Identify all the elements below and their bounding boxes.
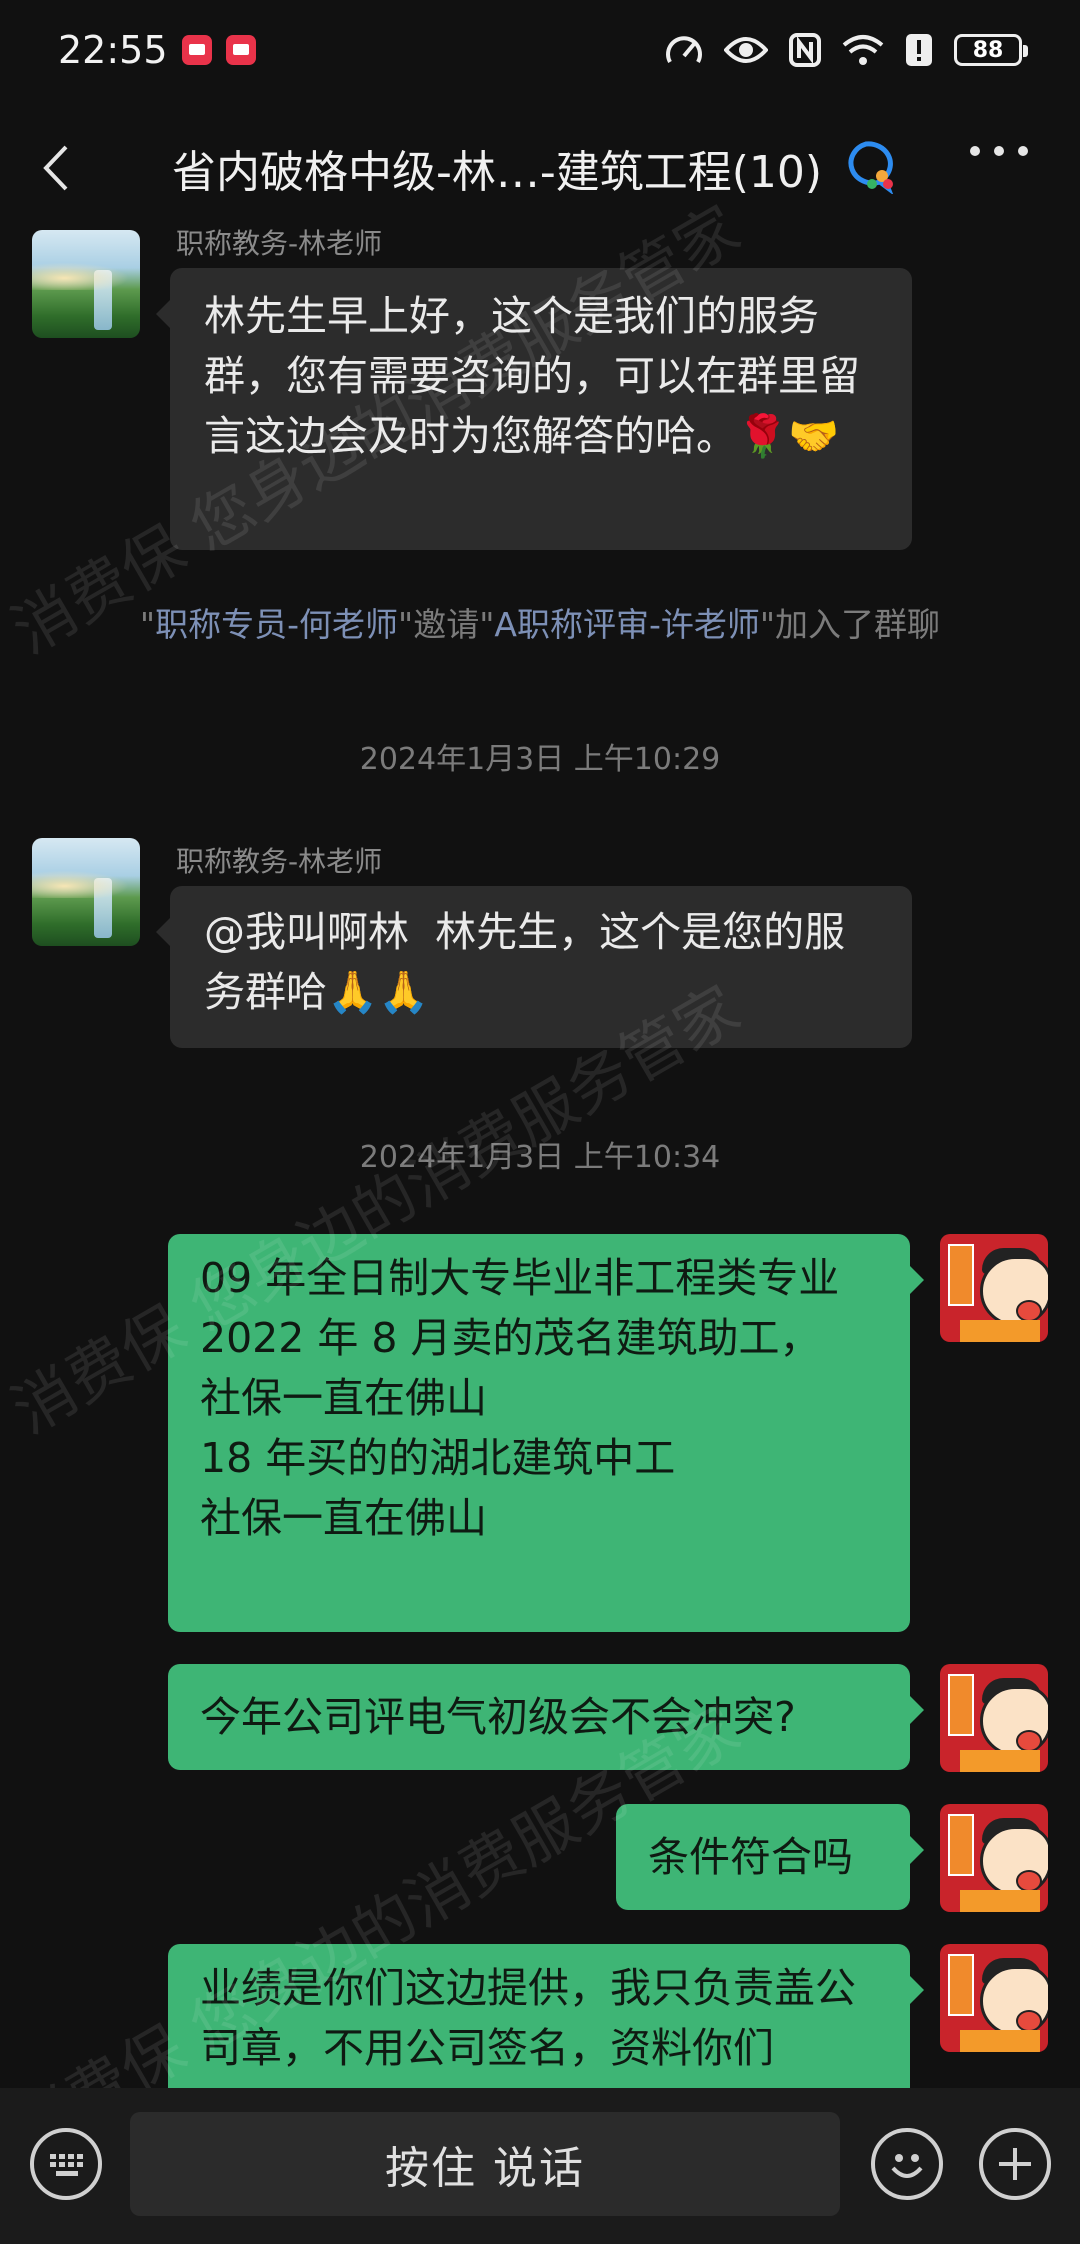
avatar[interactable] <box>32 838 140 946</box>
chat-header: 省内破格中级-林…-建筑工程(10) <box>0 118 1080 218</box>
hold-to-talk-button[interactable]: 按住 说话 <box>130 2112 840 2216</box>
notification-icon <box>225 35 256 65</box>
speed-icon <box>666 36 702 63</box>
back-button[interactable] <box>40 138 80 198</box>
system-notice: "职称专员-何老师"邀请"A职称评审-许老师"加入了群聊 <box>0 598 1080 646</box>
avatar-tag <box>948 1674 974 1736</box>
quote-mark: " <box>139 605 156 644</box>
user-link[interactable]: A职称评审-许老师 <box>494 605 759 644</box>
sender-name: 职称教务-林老师 <box>176 227 383 260</box>
plus-icon <box>999 2148 1031 2180</box>
more-options-button[interactable] <box>970 146 1028 156</box>
status-bar: 22:55 88 <box>0 0 1080 100</box>
avatar-shirt <box>960 1750 1040 1772</box>
message-bubble[interactable]: 条件符合吗 <box>616 1804 924 1910</box>
avatar-mouth <box>1016 2010 1042 2032</box>
avatar-tag <box>948 1244 974 1306</box>
wifi-icon <box>842 35 884 65</box>
joined-text: "加入了群聊 <box>759 605 941 644</box>
message-bubble[interactable]: 09 年全日制大专毕业非工程类专业 2022 年 8 月卖的茂名建筑助工， 社保… <box>168 1234 924 1632</box>
timestamp: 2024年1月3日 上午10:29 <box>359 742 721 777</box>
avatar[interactable] <box>940 1664 1048 1772</box>
avatar[interactable] <box>940 1234 1048 1342</box>
dot-icon <box>994 146 1004 156</box>
clock: 22:55 <box>58 28 168 72</box>
status-right: 88 <box>664 32 1028 68</box>
avatar[interactable] <box>32 230 140 338</box>
chat-title[interactable]: 省内破格中级-林…-建筑工程(10) <box>172 136 822 200</box>
notification-icon <box>181 35 212 65</box>
eye-icon <box>724 37 768 63</box>
message-bubble[interactable]: 今年公司评电气初级会不会冲突? <box>168 1664 924 1770</box>
avatar-mouth <box>1016 1870 1042 1892</box>
keyboard-icon <box>50 2154 83 2176</box>
avatar-mouth <box>1016 1730 1042 1752</box>
timestamp: 2024年1月3日 上午10:34 <box>359 1140 721 1175</box>
chevron-left-icon <box>43 145 68 191</box>
keyboard-toggle-button[interactable] <box>30 2128 102 2200</box>
more-actions-button[interactable] <box>979 2128 1051 2200</box>
chat-message-list[interactable]: 职称教务-林老师 林先生早上好，这个是我们的服务群，您有需要咨询的，可以在群里留… <box>0 218 1080 2088</box>
dot-icon <box>1018 146 1028 156</box>
message-bubble[interactable]: 林先生早上好，这个是我们的服务群，您有需要咨询的，可以在群里留言这边会及时为您解… <box>156 268 912 550</box>
avatar-shirt <box>960 1890 1040 1912</box>
invite-text: "邀请" <box>398 605 495 644</box>
avatar-tag <box>948 1954 974 2016</box>
avatar-shirt <box>960 1320 1040 1342</box>
user-link[interactable]: 职称专员-何老师 <box>155 605 398 644</box>
smiley-icon <box>891 2154 923 2178</box>
alert-icon <box>906 34 932 66</box>
nfc-icon <box>789 33 821 67</box>
message-bubble[interactable]: @我叫啊林 林先生，这个是您的服务群哈🙏🙏 <box>156 886 912 1048</box>
dot-icon <box>970 146 980 156</box>
avatar[interactable] <box>940 1804 1048 1912</box>
avatar-tag <box>948 1814 974 1876</box>
emoji-button[interactable] <box>871 2128 943 2200</box>
sender-name: 职称教务-林老师 <box>176 845 383 878</box>
avatar[interactable] <box>940 1944 1048 2052</box>
battery-indicator: 88 <box>954 34 1028 66</box>
avatar-shirt <box>960 2030 1040 2052</box>
input-bar: 按住 说话 <box>0 2088 1080 2244</box>
group-chat-badge-icon <box>836 138 896 198</box>
message-bubble[interactable]: 业绩是你们这边提供，我只负责盖公司章，不用公司签名，资料你们 <box>168 1944 924 2088</box>
status-left: 22:55 <box>58 28 256 72</box>
avatar-mouth <box>1016 1300 1042 1322</box>
